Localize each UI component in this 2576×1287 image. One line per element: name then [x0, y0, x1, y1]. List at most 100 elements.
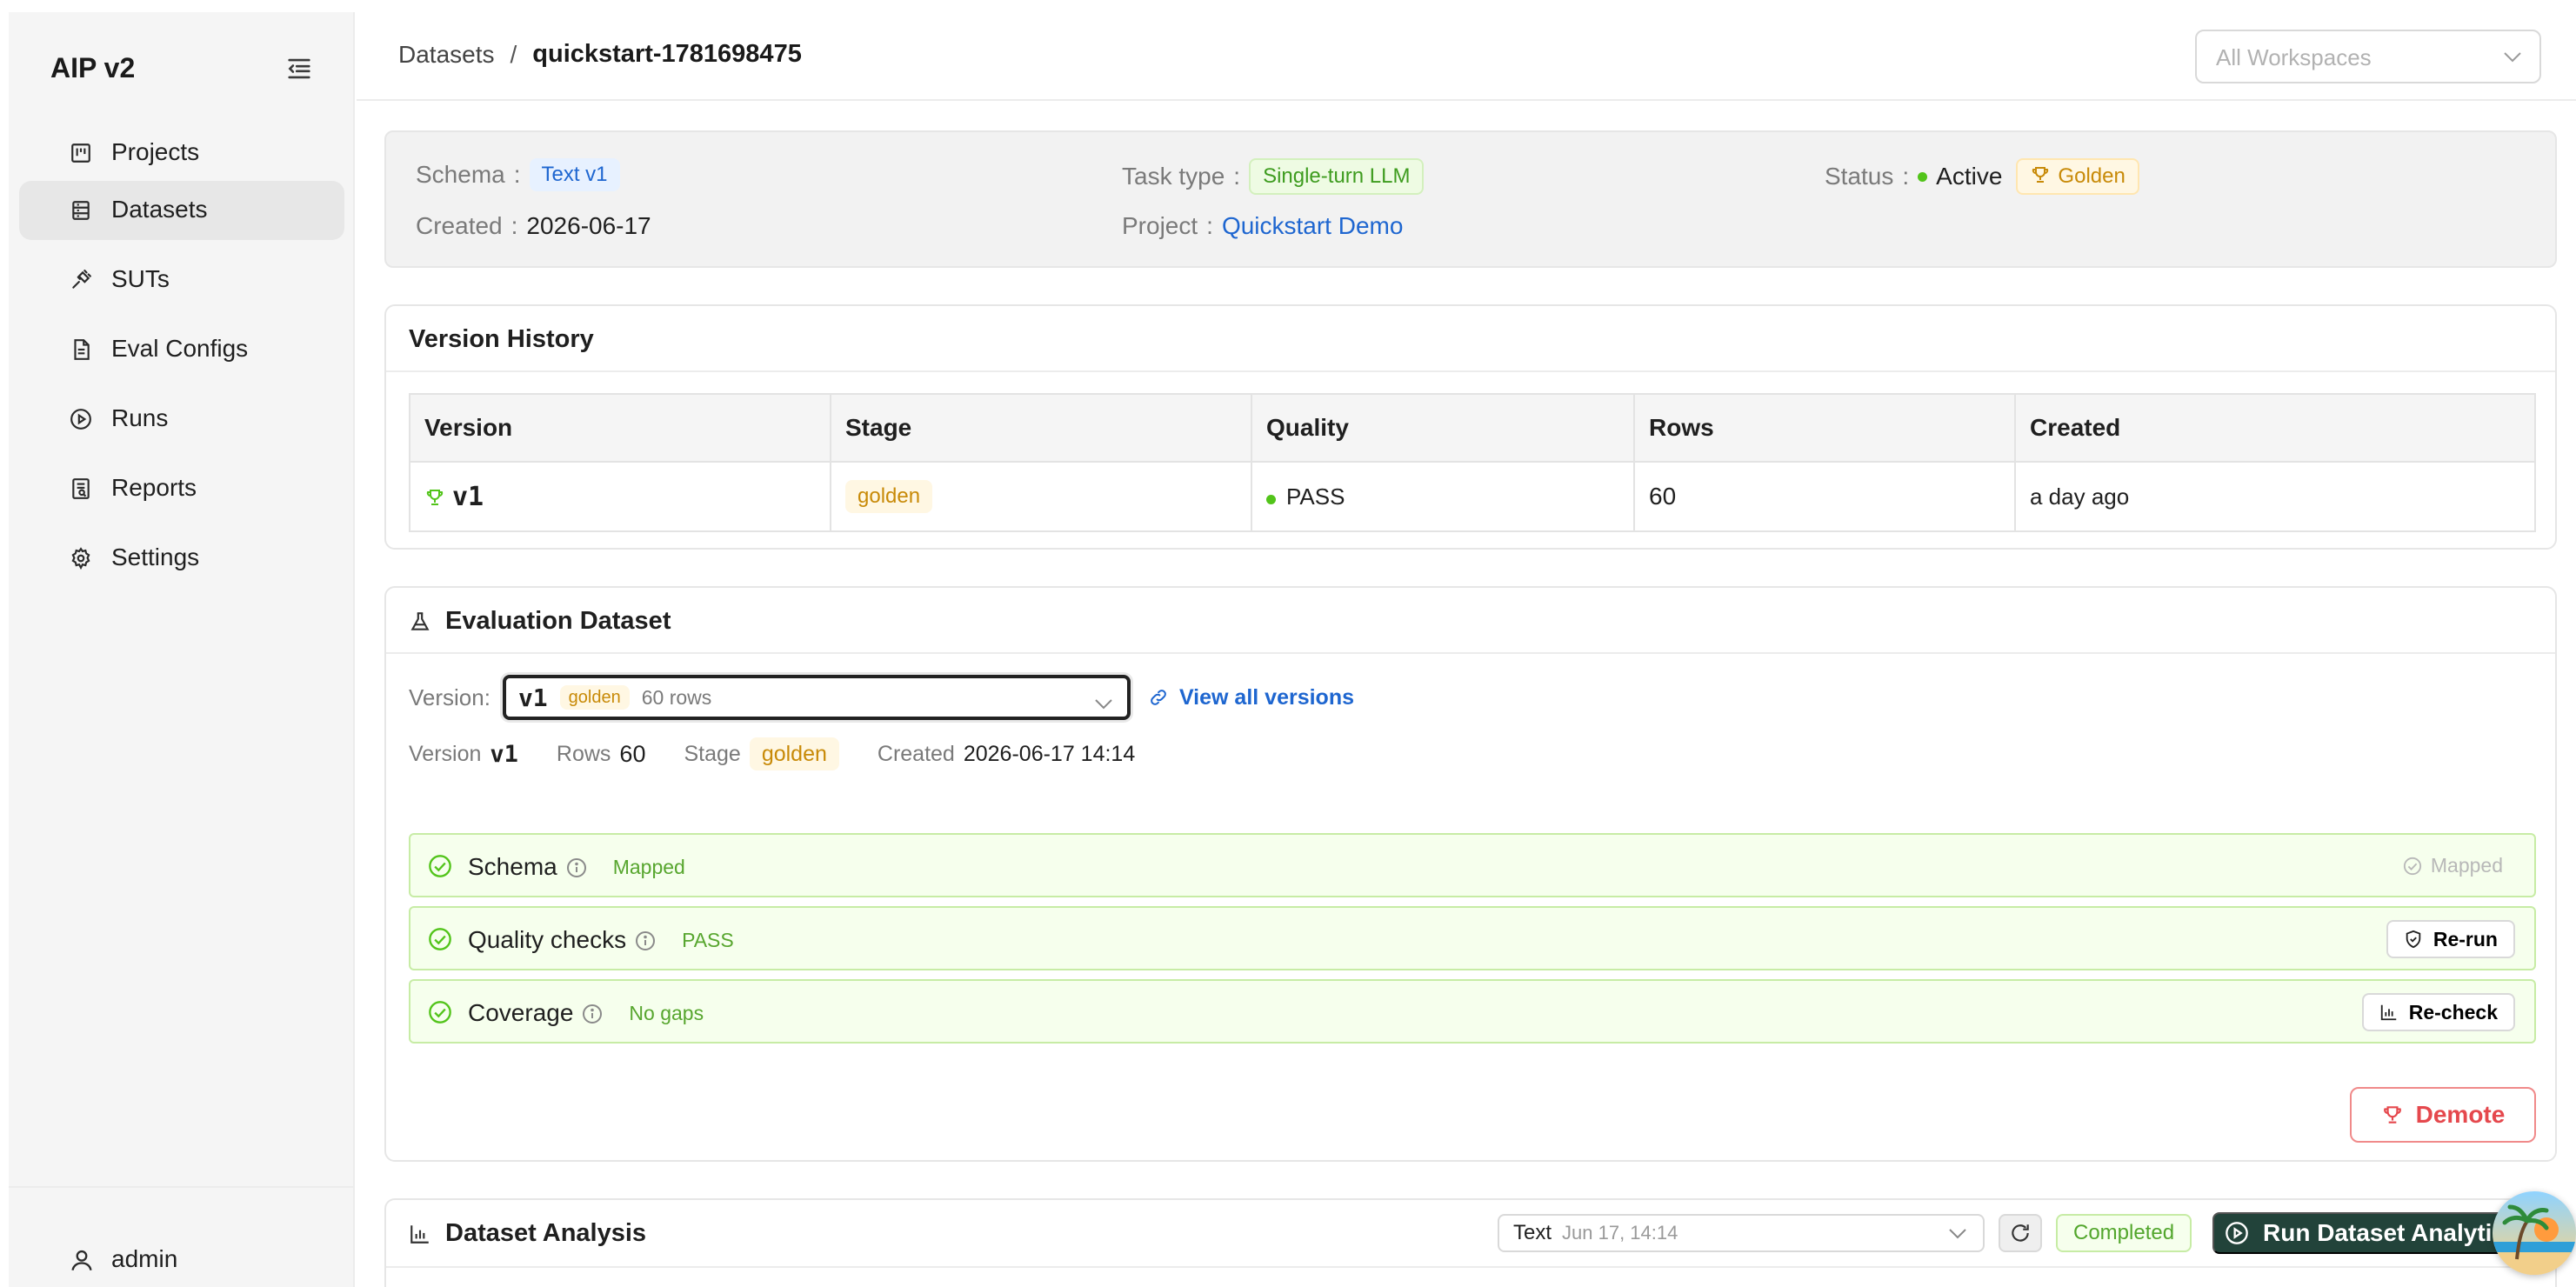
- breadcrumb-current: quickstart-1781698475: [532, 40, 802, 68]
- schema-check-title: Schema: [468, 853, 557, 880]
- sidebar-item-label: SUTs: [111, 265, 170, 292]
- workspace-select[interactable]: All Workspaces: [2195, 30, 2541, 83]
- info-icon[interactable]: [635, 930, 656, 950]
- shield-check-icon: [2406, 930, 2421, 949]
- analysis-run-select[interactable]: Text Jun 17, 14:14: [1498, 1214, 1985, 1252]
- workspace-select-placeholder: All Workspaces: [2216, 44, 2372, 70]
- column-header[interactable]: Created: [2014, 393, 2536, 463]
- quality-cell: PASS: [1251, 461, 1635, 532]
- breadcrumb-separator: /: [510, 40, 517, 68]
- dataset-analysis-title: Dataset Analysis: [445, 1219, 647, 1247]
- info-icon[interactable]: [566, 857, 587, 877]
- breadcrumb: Datasets / quickstart-1781698475: [398, 40, 802, 69]
- dataset-analysis-card: Dataset Analysis Text Jun 17, 14:14 Comp…: [384, 1198, 2557, 1287]
- sidebar-item-label: Settings: [111, 543, 200, 570]
- info-icon[interactable]: [582, 1003, 603, 1024]
- version-value: v1: [452, 481, 484, 512]
- sidebar-item-label: Datasets: [111, 196, 208, 223]
- bar-chart-icon: [410, 1224, 429, 1244]
- sidebar-item-label: Projects: [111, 138, 200, 165]
- meta-status: Status: Active Golden: [1825, 158, 2139, 195]
- sidebar-item-projects[interactable]: Projects: [19, 123, 344, 183]
- label-colon: :: [1902, 163, 1910, 190]
- sidebar-item-reports[interactable]: Reports: [19, 459, 344, 518]
- recheck-button[interactable]: Re-check: [2361, 993, 2515, 1031]
- sidebar-item-datasets[interactable]: Datasets: [19, 181, 344, 240]
- trophy-icon: [2383, 1106, 2401, 1124]
- sidebar-item-runs[interactable]: Runs: [19, 390, 344, 449]
- card-divider: [386, 652, 2555, 654]
- demote-button-label: Demote: [2415, 1101, 2506, 1128]
- sidebar: AIP v2 Projects Datasets SUTs Eval Confi…: [9, 12, 355, 1287]
- schema-check: Schema Mapped: [468, 853, 685, 881]
- view-all-versions-label: View all versions: [1178, 684, 1354, 710]
- check-circle-icon: [2403, 857, 2421, 875]
- info-version-label: Version: [409, 741, 482, 766]
- chevron-down-icon: [2503, 50, 2522, 65]
- column-header[interactable]: Stage: [830, 393, 1252, 463]
- rows-cell: 60: [1633, 461, 2016, 532]
- run-dataset-analytics-label: Run Dataset Analytics: [2263, 1219, 2519, 1246]
- table-row[interactable]: v1 golden PASS 60 a day ago: [409, 461, 2536, 532]
- status-value: Active: [1936, 163, 2003, 190]
- collapse-sidebar-icon[interactable]: [284, 54, 315, 83]
- refresh-icon: [2012, 1224, 2029, 1242]
- chevron-down-icon: [1094, 690, 1113, 710]
- beach-avatar-icon: [2493, 1191, 2576, 1275]
- recheck-button-label: Re-check: [2408, 1000, 2498, 1024]
- play-circle-icon: [70, 408, 92, 430]
- coverage-check: Coverage No gaps: [468, 999, 704, 1027]
- coverage-check-status: No gaps: [629, 1001, 704, 1024]
- refresh-button[interactable]: [1999, 1214, 2042, 1252]
- stage-tag: golden: [845, 480, 933, 513]
- chevron-down-icon: [1948, 1227, 1967, 1241]
- user-menu[interactable]: admin: [19, 1233, 344, 1285]
- version-select-label: Version:: [409, 684, 491, 710]
- coverage-check-row: Coverage No gaps Re-check: [409, 979, 2536, 1044]
- trophy-icon: [2032, 167, 2049, 183]
- sidebar-item-eval-configs[interactable]: Eval Configs: [19, 320, 344, 379]
- analysis-status-badge: Completed: [2056, 1214, 2192, 1252]
- analysis-run-type: Text: [1513, 1221, 1552, 1244]
- coverage-check-title: Coverage: [468, 999, 574, 1026]
- breadcrumb-datasets-link[interactable]: Datasets: [398, 41, 495, 69]
- view-all-versions-link[interactable]: View all versions: [1148, 685, 1354, 710]
- trophy-icon: [426, 489, 444, 505]
- column-header[interactable]: Version: [409, 393, 831, 463]
- schema-label: Schema: [416, 161, 505, 188]
- sidebar-divider: [9, 1186, 355, 1188]
- created-cell: a day ago: [2014, 461, 2536, 532]
- sidebar-item-suts[interactable]: SUTs: [19, 250, 344, 310]
- evaluation-dataset-header: Evaluation Dataset: [409, 607, 671, 636]
- task-type-tag: Single-turn LLM: [1249, 158, 1425, 195]
- gear-icon: [70, 547, 92, 570]
- column-header[interactable]: Rows: [1633, 393, 2016, 463]
- assistant-avatar[interactable]: [2493, 1191, 2576, 1275]
- check-circle-icon: [428, 854, 452, 878]
- demote-button[interactable]: Demote: [2350, 1087, 2536, 1143]
- selected-rows: 60 rows: [641, 685, 712, 709]
- version-history-title: Version History: [409, 325, 594, 353]
- plug-icon: [70, 269, 92, 291]
- version-cell: v1: [409, 461, 831, 532]
- flask-icon: [410, 611, 430, 630]
- database-icon: [70, 199, 92, 222]
- version-select[interactable]: v1 golden 60 rows: [502, 675, 1131, 720]
- kanban-icon: [70, 142, 92, 164]
- rerun-button[interactable]: Re-run: [2386, 920, 2515, 958]
- golden-badge: Golden: [2016, 158, 2139, 195]
- info-created-value: 2026-06-17 14:14: [963, 741, 1136, 766]
- meta-created: Created: 2026-06-17: [416, 212, 651, 240]
- link-icon: [1151, 690, 1166, 705]
- sidebar-item-settings[interactable]: Settings: [19, 529, 344, 588]
- project-link[interactable]: Quickstart Demo: [1222, 212, 1404, 240]
- user-name: admin: [111, 1245, 178, 1272]
- column-header[interactable]: Quality: [1251, 393, 1635, 463]
- info-created-label: Created: [877, 741, 955, 766]
- report-icon: [70, 477, 92, 500]
- version-history-table: Version Stage Quality Rows Created v1 go…: [409, 393, 2536, 532]
- app-title: AIP v2: [50, 52, 136, 83]
- info-version-value: v1: [490, 740, 518, 768]
- schema-tag: Text v1: [529, 158, 620, 191]
- quality-check-row: Quality checks PASS Re-run: [409, 906, 2536, 970]
